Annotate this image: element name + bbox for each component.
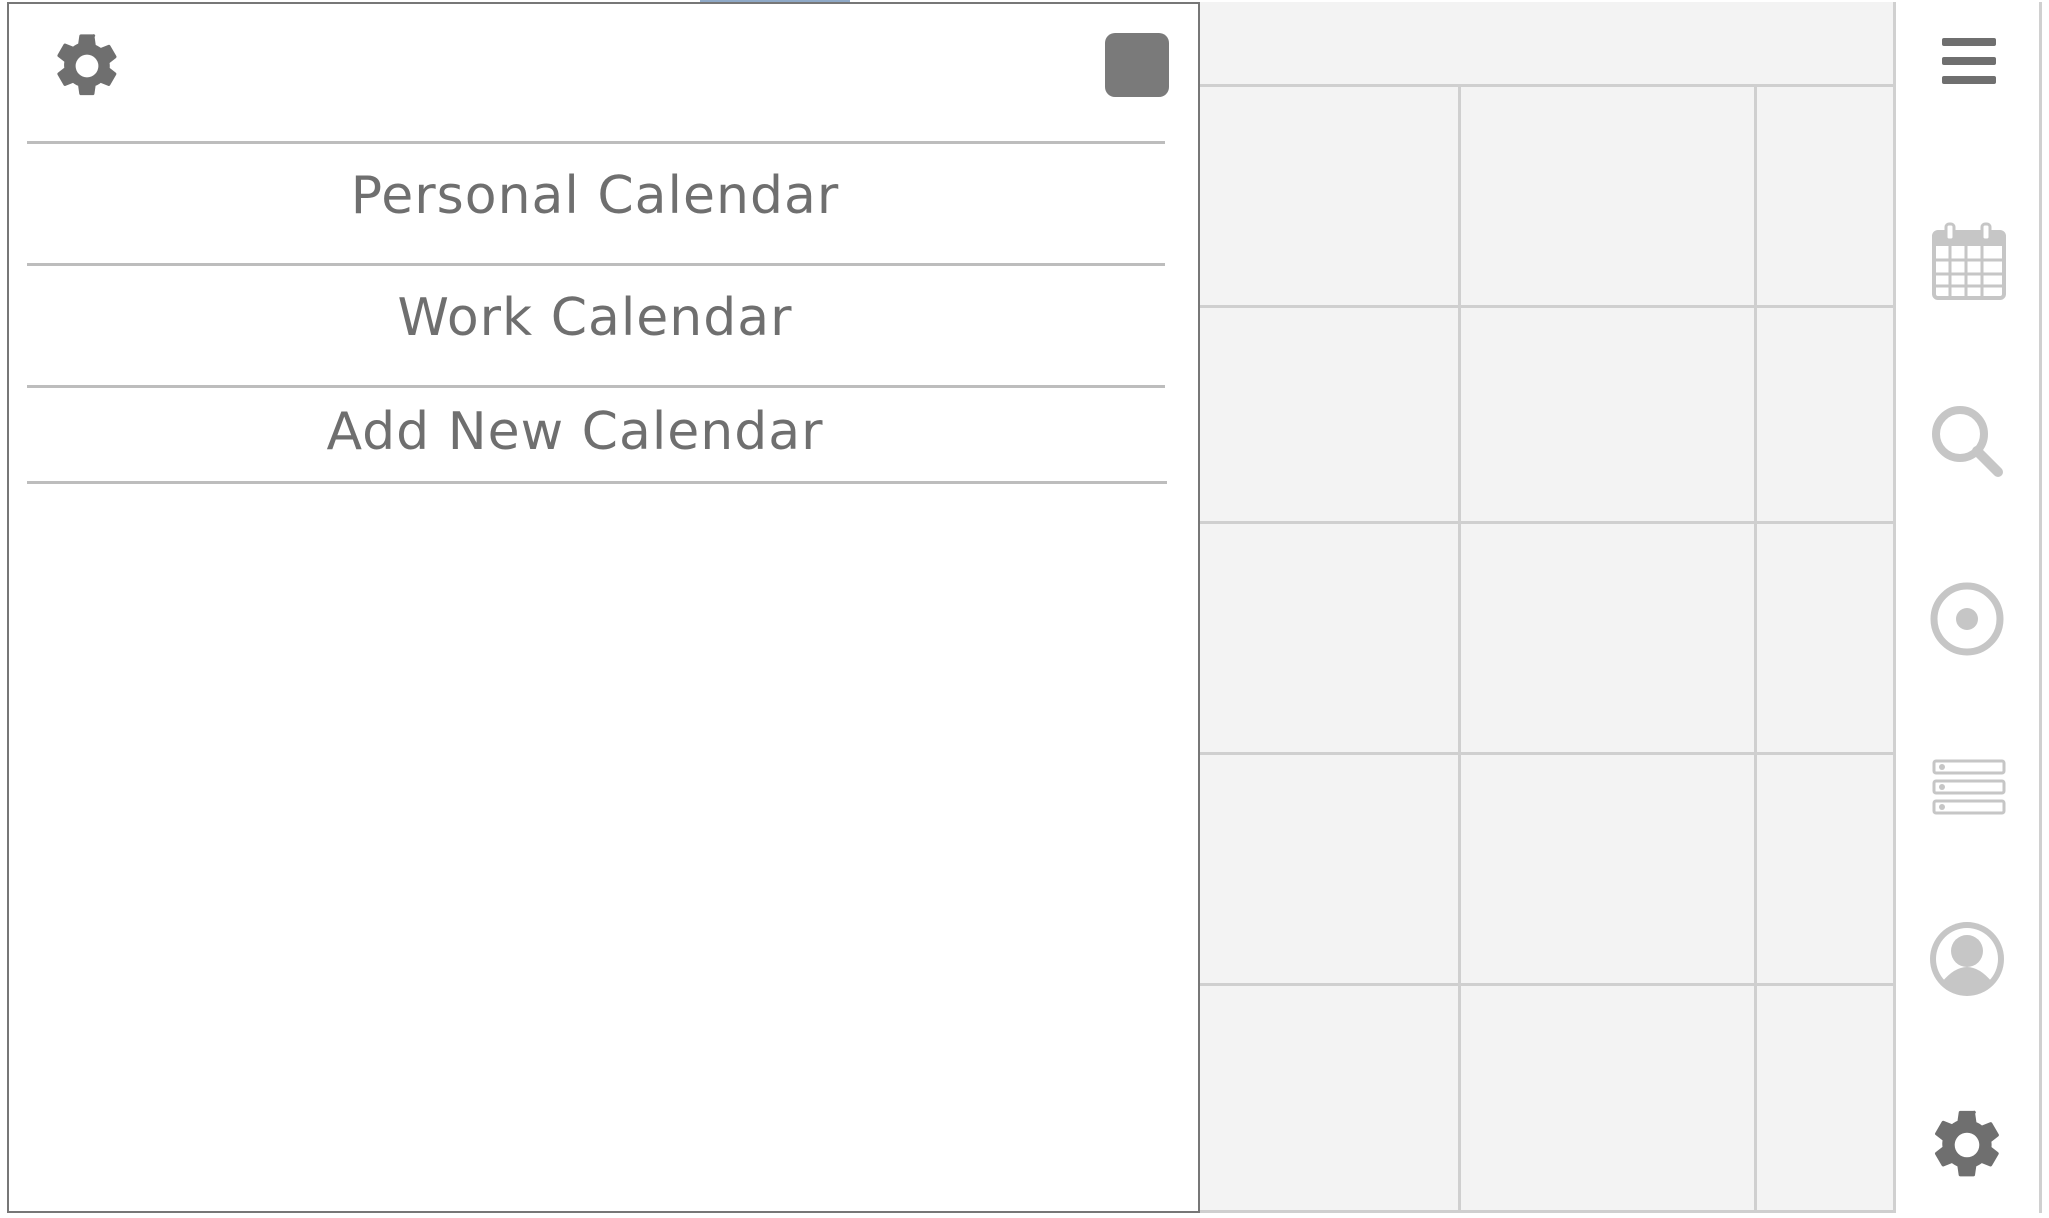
grid-line [1200,305,1895,308]
user-icon[interactable] [1926,918,2008,1000]
gear-icon[interactable] [1926,1104,2008,1186]
grid-line [1200,84,1895,87]
grid-line [1458,84,1461,1213]
calendar-icon[interactable] [1926,222,2008,304]
divider [27,141,1165,144]
add-new-calendar-button[interactable]: Add New Calendar [7,402,1143,462]
divider [27,385,1165,388]
gear-icon[interactable] [49,28,125,104]
grid-line [1200,983,1895,986]
grid-line [1200,752,1895,755]
list-icon[interactable] [1926,745,2008,827]
divider [27,481,1167,484]
target-icon[interactable] [1926,578,2008,660]
close-drawer-button[interactable] [1105,33,1169,97]
search-icon[interactable] [1926,400,2008,482]
grid-line [1754,84,1757,1213]
calendar-grid [1200,2,1895,1213]
grid-bottom-line [1200,1210,1895,1213]
calendar-item-work[interactable]: Work Calendar [27,288,1163,348]
grid-line [1200,521,1895,524]
calendar-item-personal[interactable]: Personal Calendar [27,166,1163,226]
menu-icon[interactable] [1926,20,2008,102]
divider [27,263,1165,266]
